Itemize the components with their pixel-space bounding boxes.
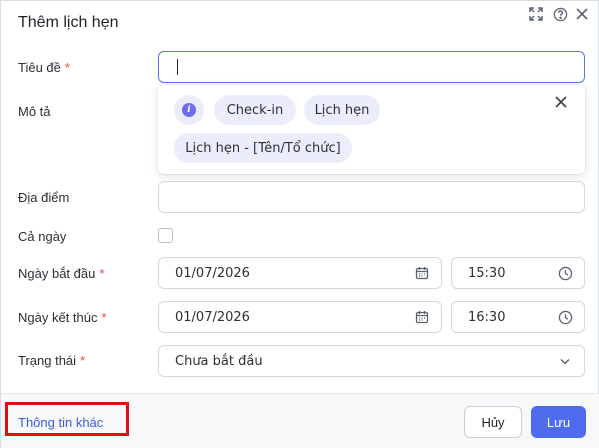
end-time-value: 16:30 — [468, 309, 506, 325]
cancel-button[interactable]: Hủy — [464, 406, 522, 438]
suggestion-popover: i Check-in Lịch hẹn Lịch hẹn - [Tên/Tổ c… — [158, 85, 585, 174]
start-date-input[interactable]: 01/07/2026 — [158, 257, 442, 289]
end-date-value: 01/07/2026 — [175, 309, 250, 325]
title-label-text: Tiêu đề — [18, 60, 61, 75]
description-label: Mô tả — [18, 104, 51, 119]
suggestion-chip-checkin[interactable]: Check-in — [214, 95, 296, 125]
status-select[interactable]: Chưa bắt đầu — [158, 345, 585, 377]
start-date-value: 01/07/2026 — [175, 265, 250, 281]
status-label: Trạng thái * — [18, 353, 85, 368]
chevron-down-icon — [558, 354, 574, 370]
suggestion-chip-appointment[interactable]: Lịch hẹn — [304, 95, 380, 125]
help-icon[interactable] — [551, 5, 569, 23]
status-label-text: Trạng thái — [18, 353, 77, 368]
required-mark: * — [64, 60, 70, 75]
start-label: Ngày bắt đầu * — [18, 266, 104, 281]
required-mark: * — [99, 266, 105, 281]
end-label: Ngày kết thúc * — [18, 310, 107, 325]
dialog-title: Thêm lịch hẹn — [18, 14, 119, 31]
end-label-text: Ngày kết thúc — [18, 310, 98, 325]
required-mark: * — [80, 353, 86, 368]
location-input[interactable] — [158, 181, 585, 213]
all-day-label: Cả ngày — [18, 229, 67, 244]
info-icon: i — [182, 103, 196, 117]
calendar-icon[interactable] — [415, 310, 431, 326]
text-caret — [177, 59, 178, 75]
title-input[interactable] — [158, 51, 585, 83]
expand-icon[interactable] — [527, 5, 545, 23]
all-day-checkbox[interactable] — [158, 228, 173, 243]
start-label-text: Ngày bắt đầu — [18, 266, 96, 281]
close-icon[interactable] — [573, 5, 591, 23]
status-select-value: Chưa bắt đầu — [175, 353, 263, 369]
popover-close-icon[interactable] — [555, 95, 569, 109]
end-time-input[interactable]: 16:30 — [451, 301, 585, 333]
clock-icon[interactable] — [558, 266, 574, 282]
info-chip[interactable]: i — [174, 95, 204, 125]
clock-icon[interactable] — [558, 310, 574, 326]
title-field-label: Tiêu đề * — [18, 60, 70, 75]
required-mark: * — [101, 310, 107, 325]
calendar-icon[interactable] — [415, 266, 431, 282]
add-appointment-dialog: Thêm lịch hẹn Tiêu đề * Mô tả i Check-in … — [0, 0, 599, 448]
save-button[interactable]: Lưu — [531, 406, 586, 438]
more-info-link[interactable]: Thông tin khác — [18, 415, 103, 430]
start-time-value: 15:30 — [468, 265, 506, 281]
end-date-input[interactable]: 01/07/2026 — [158, 301, 442, 333]
location-label: Địa điểm — [18, 190, 70, 205]
suggestion-chip-template[interactable]: Lịch hẹn - [Tên/Tổ chức] — [174, 133, 352, 163]
start-time-input[interactable]: 15:30 — [451, 257, 585, 289]
